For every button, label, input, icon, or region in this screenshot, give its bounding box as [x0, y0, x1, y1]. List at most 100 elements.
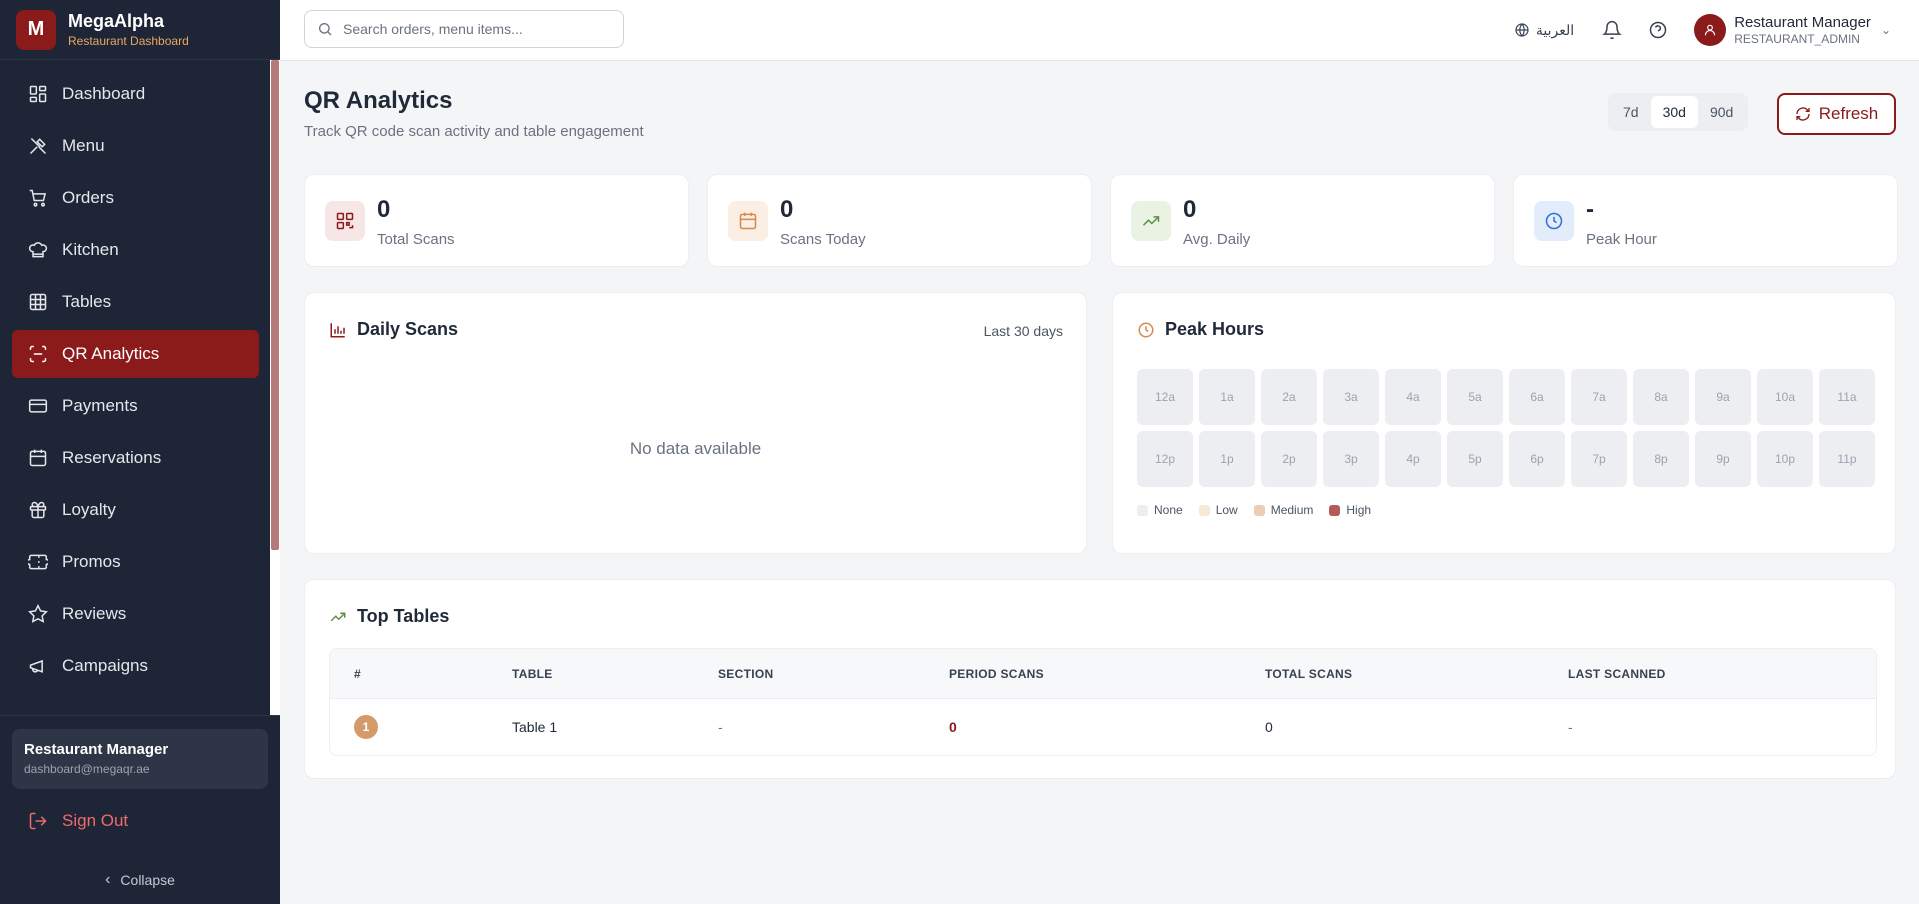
chevron-left-icon: ‹ — [105, 871, 111, 888]
sidebar-item-orders[interactable]: Orders — [12, 174, 259, 222]
sidebar-item-qr-analytics[interactable]: QR Analytics — [12, 330, 259, 378]
sidebar-item-reservations[interactable]: Reservations — [12, 434, 259, 482]
legend-label: Medium — [1270, 503, 1314, 517]
notifications-button[interactable] — [1602, 20, 1623, 40]
sidebar-item-menu[interactable]: Menu — [12, 122, 259, 170]
sidebar-item-reviews[interactable]: Reviews — [12, 590, 259, 638]
peak-hour-cell: 3a — [1323, 369, 1379, 425]
peak-hour-cell: 4a — [1385, 369, 1441, 425]
range-option-7d[interactable]: 7d — [1611, 96, 1651, 128]
column-header-table: TABLE — [512, 666, 553, 681]
brand-name: MegaAlpha — [68, 11, 165, 31]
sidebar-item-dashboard[interactable]: Dashboard — [12, 70, 259, 118]
column-header-section: SECTION — [718, 666, 774, 681]
sidebar-nav: Dashboard Menu Orders Kitchen Tables QR … — [0, 60, 280, 690]
peak-hour-cell: 5a — [1447, 369, 1503, 425]
stat-value: 0 — [1183, 196, 1197, 223]
legend-label: High — [1346, 503, 1372, 517]
empty-state-message: No data available — [629, 439, 762, 458]
last-scanned-cell: - — [1568, 719, 1573, 735]
column-header-total-scans: TOTAL SCANS — [1265, 666, 1353, 681]
peak-hour-cell: 2p — [1261, 431, 1317, 487]
legend-item: None — [1137, 503, 1183, 517]
legend-swatch — [1198, 504, 1210, 516]
brand-logo: M — [16, 9, 56, 50]
top-tables-title: Top Tables — [357, 606, 450, 626]
sidebar-item-label: Promos — [62, 552, 121, 571]
legend-item: Low — [1198, 503, 1238, 517]
help-button[interactable] — [1648, 20, 1668, 40]
sidebar-item-label: Tables — [62, 292, 112, 311]
peak-hour-cell: 11a — [1819, 369, 1875, 425]
date-range-selector: 7d 30d 90d — [1608, 93, 1749, 131]
stat-label: Peak Hour — [1586, 231, 1657, 248]
peak-hour-cell: 6p — [1509, 431, 1565, 487]
sign-out-button[interactable]: Sign Out — [28, 811, 128, 831]
rank-badge: 1 — [354, 715, 378, 739]
cart-icon — [28, 188, 48, 208]
language-label: العربية — [1535, 21, 1575, 38]
sidebar-footer: Restaurant Manager dashboard@megaqr.ae S… — [0, 715, 280, 888]
peak-hour-cell: 6a — [1509, 369, 1565, 425]
search-box[interactable] — [304, 10, 624, 48]
sidebar-item-label: Kitchen — [62, 240, 119, 259]
search-icon — [319, 23, 332, 36]
peak-hours-legend: None Low Medium High — [1137, 503, 1387, 517]
ticket-icon — [28, 552, 48, 572]
stat-card-total-scans: 0 Total Scans — [304, 174, 689, 267]
page-title: QR Analytics — [304, 87, 453, 114]
bar-chart-icon — [330, 322, 345, 337]
sidebar-item-tables[interactable]: Tables — [12, 278, 259, 326]
stat-card-avg-daily: 0 Avg. Daily — [1110, 174, 1495, 267]
dashboard-icon — [28, 84, 48, 104]
sidebar-item-label: Dashboard — [62, 84, 146, 103]
sidebar-item-loyalty[interactable]: Loyalty — [12, 486, 259, 534]
sidebar-scrollbar-thumb[interactable] — [271, 60, 279, 550]
range-option-30d[interactable]: 30d — [1650, 96, 1698, 128]
sidebar-item-label: Orders — [62, 188, 114, 207]
user-avatar[interactable] — [1694, 14, 1727, 46]
globe-icon — [1515, 23, 1529, 37]
search-input[interactable] — [343, 21, 613, 37]
page-subtitle: Track QR code scan activity and table en… — [304, 123, 644, 140]
peak-hour-cell: 5p — [1447, 431, 1503, 487]
legend-label: None — [1154, 503, 1183, 517]
sidebar-item-campaigns[interactable]: Campaigns — [12, 642, 259, 690]
clock-icon — [1138, 322, 1154, 337]
top-tables-table: # TABLE SECTION PERIOD SCANS TOTAL SCANS… — [329, 648, 1877, 756]
user-menu[interactable]: Restaurant Manager RESTAURANT_ADMIN — [1734, 14, 1871, 46]
stat-value: - — [1586, 196, 1594, 223]
sidebar-scrollbar[interactable] — [270, 60, 280, 715]
language-switcher[interactable]: العربية — [1514, 22, 1574, 39]
chevron-down-icon[interactable]: ⌄ — [1881, 23, 1891, 37]
peak-hour-cell: 10p — [1757, 431, 1813, 487]
sidebar-item-payments[interactable]: Payments — [12, 382, 259, 430]
legend-swatch — [1137, 504, 1148, 516]
range-option-90d[interactable]: 90d — [1698, 96, 1745, 128]
legend-swatch — [1329, 504, 1341, 516]
table-row[interactable]: 1 Table 1 - 0 0 - — [330, 699, 1876, 755]
peak-hours-grid: 12a 1a 2a 3a 4a 5a 6a 7a 8a 9a 10a 11a 12p 1p 2p 3p 4p 5p… — [1137, 369, 1875, 487]
period-scans-cell: 0 — [949, 719, 957, 735]
column-header-rank: # — [354, 666, 361, 681]
utensils-icon — [28, 136, 48, 156]
star-icon — [28, 604, 48, 624]
sidebar-item-promos[interactable]: Promos — [12, 538, 259, 586]
help-circle-icon — [1649, 21, 1667, 39]
calendar-icon — [728, 201, 768, 241]
legend-item: Medium — [1253, 503, 1314, 517]
peak-hours-card: Peak Hours 12a 1a 2a 3a 4a 5a 6a 7a 8a 9a 10a 11a 12… — [1112, 292, 1896, 554]
sidebar-item-kitchen[interactable]: Kitchen — [12, 226, 259, 274]
sidebar-item-label: Payments — [62, 396, 138, 415]
sign-out-label: Sign Out — [62, 811, 129, 830]
megaphone-icon — [28, 656, 48, 676]
top-tables-card: Top Tables # TABLE SECTION PERIOD SCANS … — [304, 579, 1896, 779]
refresh-button[interactable]: Refresh — [1777, 93, 1896, 135]
collapse-sidebar-button[interactable]: ‹ Collapse — [0, 871, 280, 889]
trending-up-icon — [1131, 201, 1171, 241]
legend-label: Low — [1215, 503, 1238, 517]
stat-value: 0 — [377, 196, 391, 223]
clock-icon — [1534, 201, 1574, 241]
sidebar-user-email: dashboard@megaqr.ae — [24, 762, 150, 776]
peak-hour-cell: 1a — [1199, 369, 1255, 425]
